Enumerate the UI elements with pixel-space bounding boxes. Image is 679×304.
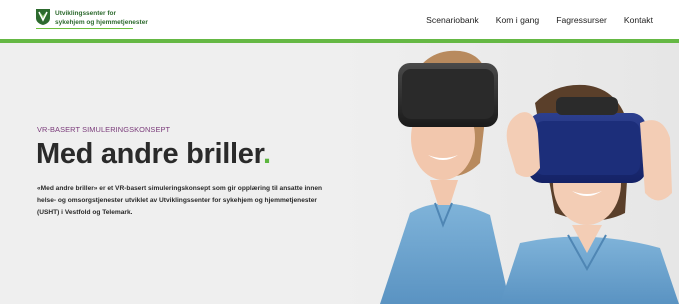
site-header: Utviklingssenter for sykehjem og hjemmet… — [0, 0, 679, 40]
nav-kontakt[interactable]: Kontakt — [624, 15, 653, 25]
hero-headline-dot: . — [262, 138, 271, 170]
main-nav: Scenariobank Kom i gang Fagressurser Kon… — [409, 15, 653, 25]
hero-image-vr-nurses — [340, 43, 679, 304]
ushth-logo-icon — [36, 9, 50, 25]
site-logo[interactable]: Utviklingssenter for sykehjem og hjemmet… — [36, 9, 148, 29]
person-b-right-hand — [640, 120, 672, 201]
logo-underline — [36, 28, 133, 29]
logo-text: Utviklingssenter for sykehjem og hjemmet… — [55, 9, 148, 27]
nav-scenariobank[interactable]: Scenariobank — [426, 15, 479, 25]
hero-description: «Med andre briller» er et VR-basert simu… — [37, 185, 323, 216]
logo-line-2: sykehjem og hjemmetjenester — [55, 19, 148, 26]
logo-line-1: Utviklingssenter for — [55, 10, 117, 17]
hero-headline: Med andre briller. — [36, 138, 271, 171]
hero-eyebrow: VR-BASERT SIMULERINGSKONSEPT — [37, 125, 171, 134]
hero-headline-text: Med andre briller — [36, 138, 263, 170]
nav-kom-i-gang[interactable]: Kom i gang — [496, 15, 539, 25]
hero-section: VR-BASERT SIMULERINGSKONSEPT Med andre b… — [0, 43, 679, 304]
nav-fagressurser[interactable]: Fagressurser — [556, 15, 607, 25]
